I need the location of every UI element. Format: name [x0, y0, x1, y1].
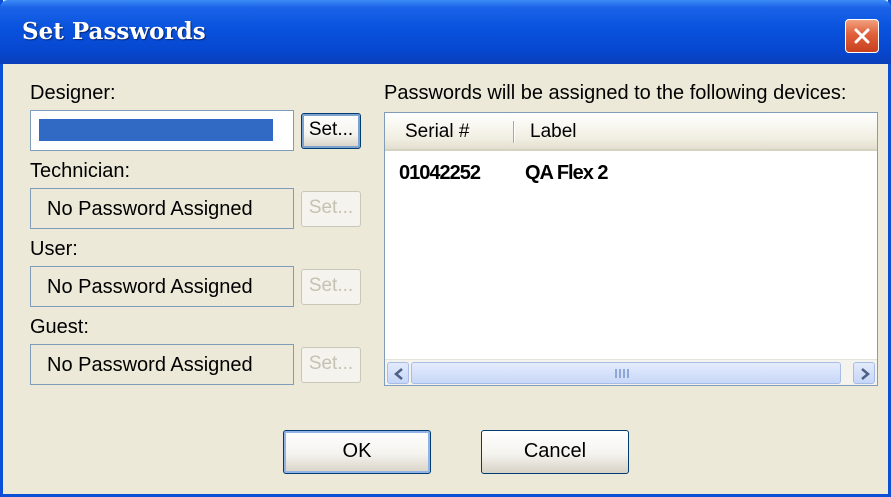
column-header-label[interactable]: Label — [530, 121, 577, 143]
technician-password-field[interactable]: No Password Assigned — [30, 188, 294, 229]
designer-password-selection — [39, 119, 273, 141]
guest-label: Guest: — [30, 316, 89, 338]
devices-list-header: Serial # Label — [385, 113, 877, 151]
user-set-button[interactable]: Set... — [301, 269, 361, 305]
scroll-left-button[interactable] — [387, 362, 409, 384]
column-separator[interactable] — [513, 121, 515, 143]
designer-label: Designer: — [30, 82, 116, 104]
designer-set-button[interactable]: Set... — [301, 113, 361, 149]
set-passwords-dialog: Set Passwords Designer: Set... Technicia… — [0, 0, 891, 497]
column-header-serial[interactable]: Serial # — [405, 121, 469, 143]
title-bar[interactable]: Set Passwords — [0, 0, 891, 64]
cancel-button[interactable]: Cancel — [481, 430, 629, 474]
close-icon — [854, 28, 870, 44]
arrow-left-icon — [394, 368, 403, 380]
devices-list[interactable]: Serial # Label 01042252 QA Flex 2 — [384, 112, 878, 386]
grip-icon — [615, 369, 629, 378]
device-serial-cell: 01042252 — [399, 162, 481, 184]
device-label-cell: QA Flex 2 — [525, 162, 609, 184]
technician-set-button[interactable]: Set... — [301, 191, 361, 227]
scroll-right-button[interactable] — [853, 362, 875, 384]
guest-password-field[interactable]: No Password Assigned — [30, 344, 294, 385]
technician-label: Technician: — [30, 160, 131, 182]
horizontal-scrollbar[interactable] — [385, 359, 877, 385]
devices-caption: Passwords will be assigned to the follow… — [384, 82, 847, 104]
user-password-field[interactable]: No Password Assigned — [30, 266, 294, 307]
user-label: User: — [30, 238, 78, 260]
designer-password-field[interactable] — [30, 110, 294, 151]
ok-button[interactable]: OK — [283, 430, 431, 474]
arrow-right-icon — [861, 368, 870, 380]
guest-set-button[interactable]: Set... — [301, 347, 361, 383]
close-button[interactable] — [845, 19, 879, 53]
scroll-thumb[interactable] — [411, 362, 841, 384]
dialog-title: Set Passwords — [22, 18, 206, 45]
